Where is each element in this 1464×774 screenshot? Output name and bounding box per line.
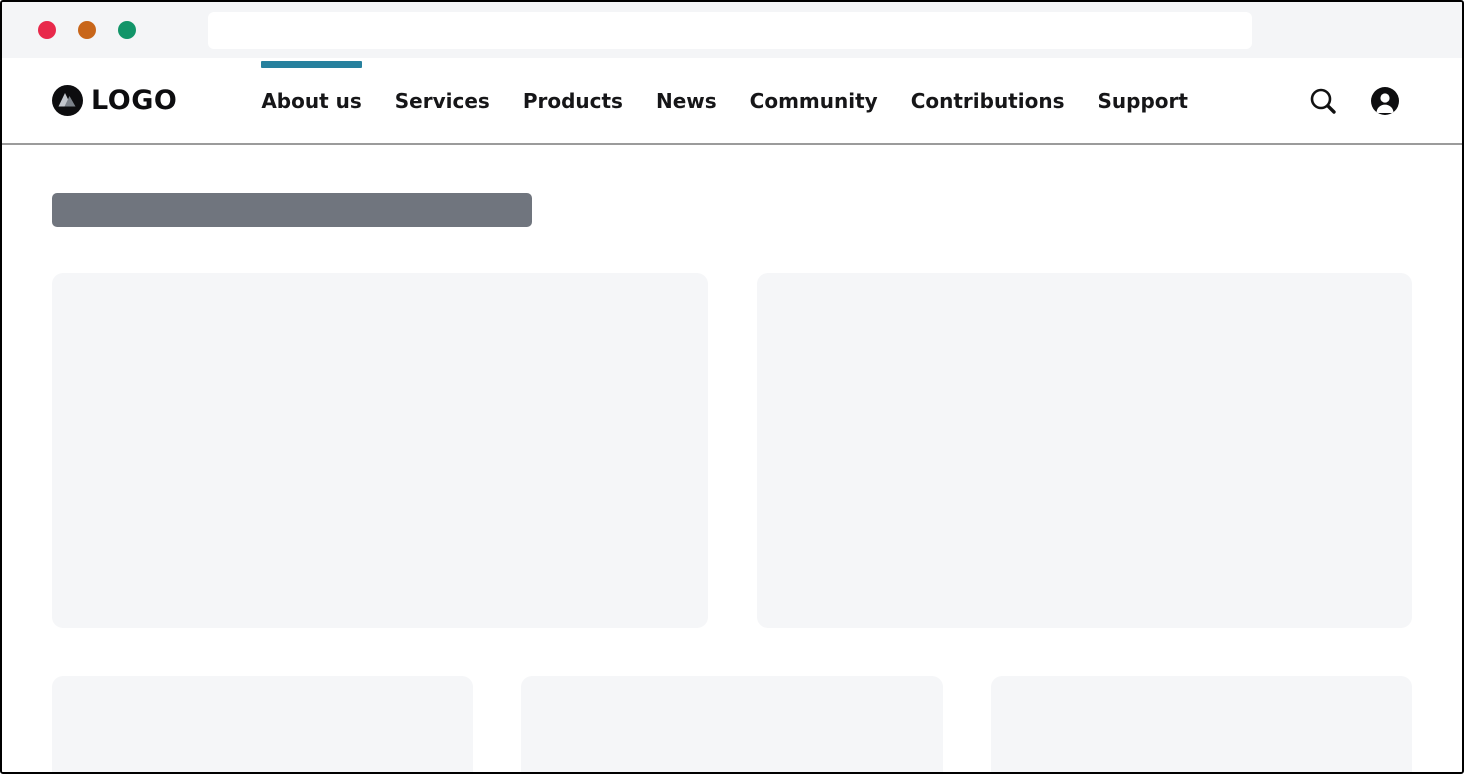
content-card-small-2: [521, 676, 942, 774]
maximize-window-button[interactable]: [118, 21, 136, 39]
bottom-section: [52, 676, 1412, 774]
content-card-large-2: [757, 273, 1413, 628]
nav-item-community[interactable]: Community: [750, 58, 878, 143]
nav-item-support[interactable]: Support: [1097, 58, 1187, 143]
nav-item-services[interactable]: Services: [395, 58, 490, 143]
page-content: [2, 145, 1462, 774]
logo-icon: [52, 85, 83, 116]
content-card-small-3: [991, 676, 1412, 774]
content-card-small-1: [52, 676, 473, 774]
browser-window: LOGO About us Services Products News Com…: [0, 0, 1464, 774]
browser-chrome: [2, 2, 1462, 58]
primary-nav: About us Services Products News Communit…: [261, 58, 1188, 143]
search-button[interactable]: [1308, 86, 1338, 116]
logo[interactable]: LOGO: [52, 58, 177, 143]
navbar-actions: [1308, 58, 1400, 143]
hero-section: [52, 273, 1412, 628]
minimize-window-button[interactable]: [78, 21, 96, 39]
nav-item-about-us[interactable]: About us: [261, 58, 361, 143]
nav-item-contributions[interactable]: Contributions: [911, 58, 1065, 143]
content-card-large-1: [52, 273, 708, 628]
traffic-lights: [38, 21, 136, 39]
account-button[interactable]: [1370, 86, 1400, 116]
user-avatar-icon: [1371, 87, 1399, 115]
logo-text: LOGO: [91, 85, 177, 116]
page-title-placeholder: [52, 193, 532, 227]
url-bar[interactable]: [208, 12, 1252, 49]
nav-item-products[interactable]: Products: [523, 58, 623, 143]
main-navbar: LOGO About us Services Products News Com…: [2, 58, 1462, 143]
active-tab-indicator: [261, 61, 361, 68]
close-window-button[interactable]: [38, 21, 56, 39]
nav-item-news[interactable]: News: [656, 58, 717, 143]
search-icon: [1308, 86, 1338, 116]
